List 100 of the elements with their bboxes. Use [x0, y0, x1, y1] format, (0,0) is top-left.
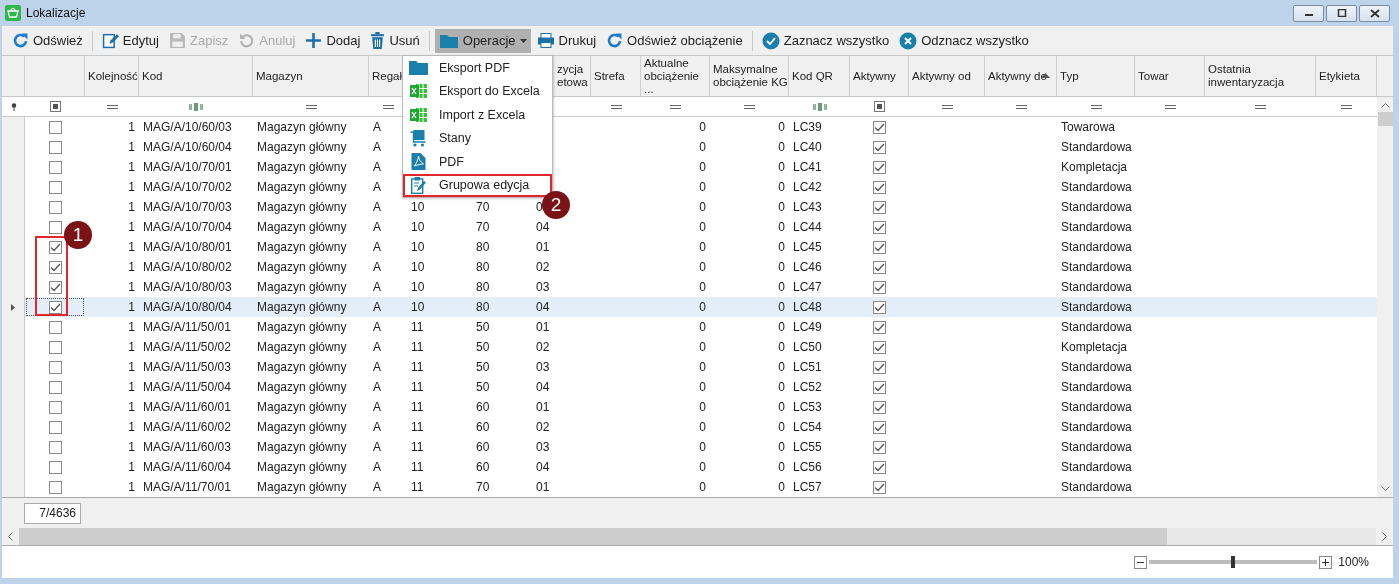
dropdown-button[interactable]: Operacje [434, 28, 531, 53]
equals-icon[interactable] [744, 104, 755, 109]
toolbar-button[interactable]: Zaznacz wszystko [757, 28, 894, 53]
row-checkbox[interactable] [48, 300, 62, 314]
horizontal-scrollbar[interactable] [2, 528, 1393, 546]
row-checkbox[interactable] [48, 260, 62, 274]
active-checkbox[interactable] [873, 120, 886, 134]
column-header[interactable]: Magazyn [256, 69, 303, 83]
active-checkbox[interactable] [873, 440, 886, 454]
column-header[interactable]: Maksymalne obciążenie KG [713, 63, 788, 89]
column-header[interactable]: Ostatnia inwentaryzacja [1208, 63, 1315, 89]
active-checkbox[interactable] [873, 260, 886, 274]
table-cell: 02 [536, 340, 550, 354]
row-checkbox[interactable] [48, 280, 62, 294]
row-checkbox[interactable] [48, 240, 62, 254]
active-checkbox[interactable] [873, 300, 886, 314]
row-checkbox[interactable] [48, 400, 62, 414]
equals-icon[interactable] [305, 104, 317, 109]
toolbar-button[interactable]: Edytuj [97, 28, 163, 53]
row-checkbox[interactable] [48, 120, 62, 134]
scrollbar-thumb[interactable] [19, 528, 1167, 545]
active-checkbox[interactable] [873, 220, 886, 234]
active-checkbox[interactable] [873, 480, 886, 494]
toolbar-button[interactable]: Dodaj [301, 28, 365, 53]
column-header[interactable]: Aktywny [853, 69, 896, 83]
row-checkbox[interactable] [48, 140, 62, 154]
row-checkbox[interactable] [48, 220, 62, 234]
active-checkbox[interactable] [873, 240, 886, 254]
equals-icon[interactable] [1015, 104, 1027, 109]
column-header[interactable]: Towar [1138, 69, 1169, 83]
active-checkbox[interactable] [873, 180, 886, 194]
column-header[interactable]: Strefa [594, 69, 625, 83]
row-checkbox[interactable] [48, 340, 62, 354]
column-header[interactable]: Regał [372, 69, 403, 83]
column-header[interactable]: zycja etowa [557, 63, 590, 89]
scroll-left-icon[interactable] [8, 532, 13, 541]
text-filter-icon[interactable] [812, 102, 827, 111]
equals-icon[interactable] [1090, 104, 1102, 109]
equals-icon[interactable] [1341, 104, 1352, 109]
equals-icon[interactable] [670, 104, 681, 109]
menu-item[interactable]: PDF [403, 150, 552, 174]
scroll-down-icon[interactable] [1380, 486, 1390, 491]
column-header[interactable]: Kod QR [792, 69, 833, 83]
toolbar-button[interactable]: Odznacz wszystko [895, 28, 1033, 53]
equals-icon[interactable] [1164, 104, 1176, 109]
equals-icon[interactable] [610, 104, 622, 109]
filter-checkbox[interactable] [874, 101, 885, 112]
active-checkbox[interactable] [873, 380, 886, 394]
active-checkbox[interactable] [873, 140, 886, 154]
active-checkbox[interactable] [873, 460, 886, 474]
scroll-right-icon[interactable] [1382, 532, 1387, 541]
zoom-in-button[interactable] [1319, 555, 1333, 569]
column-header[interactable]: Aktywny od [912, 69, 971, 83]
active-checkbox[interactable] [873, 200, 886, 214]
active-checkbox[interactable] [873, 360, 886, 374]
active-checkbox[interactable] [873, 160, 886, 174]
equals-icon[interactable] [941, 104, 953, 109]
text-filter-icon[interactable] [189, 102, 203, 111]
row-checkbox[interactable] [48, 180, 62, 194]
column-header[interactable]: Typ [1060, 69, 1079, 83]
scroll-up-icon[interactable] [1380, 103, 1390, 108]
active-checkbox[interactable] [873, 340, 886, 354]
active-checkbox[interactable] [873, 400, 886, 414]
toolbar-button[interactable]: Usuń [366, 28, 424, 53]
maximize-button[interactable] [1326, 4, 1357, 22]
close-button[interactable] [1359, 4, 1390, 22]
scrollbar-thumb[interactable] [1377, 112, 1393, 126]
toolbar-button[interactable]: Drukuj [532, 28, 601, 53]
menu-item[interactable]: Eksport do Excela [403, 79, 552, 103]
column-header[interactable]: Kod [142, 69, 163, 83]
row-checkbox[interactable] [48, 460, 62, 474]
equals-icon[interactable] [1255, 104, 1266, 109]
column-header[interactable]: Etykieta [1319, 69, 1360, 83]
row-checkbox[interactable] [48, 160, 62, 174]
column-header[interactable]: Aktualne obciążenie ... [644, 56, 709, 96]
active-checkbox[interactable] [873, 320, 886, 334]
active-checkbox[interactable] [873, 420, 886, 434]
slider-thumb[interactable] [1231, 556, 1236, 568]
menu-item[interactable]: Grupowa edycja [403, 173, 552, 197]
menu-item[interactable]: Import z Excela [403, 103, 552, 127]
equals-icon[interactable] [106, 104, 118, 109]
zoom-out-button[interactable] [1134, 555, 1148, 569]
row-checkbox[interactable] [48, 200, 62, 214]
active-checkbox[interactable] [873, 280, 886, 294]
minimize-button[interactable] [1293, 4, 1324, 22]
toolbar-button[interactable]: Odśwież [8, 28, 87, 53]
row-checkbox[interactable] [48, 480, 62, 494]
filter-checkbox[interactable] [49, 101, 61, 112]
menu-item[interactable]: Stany [403, 126, 552, 150]
toolbar-button[interactable]: Odśwież obciążenie [602, 28, 747, 53]
menu-item[interactable]: Eksport PDF [403, 56, 552, 80]
equals-icon[interactable] [382, 104, 394, 109]
row-checkbox[interactable] [48, 420, 62, 434]
vertical-scrollbar[interactable] [1377, 97, 1393, 497]
row-checkbox[interactable] [48, 440, 62, 454]
row-checkbox[interactable] [48, 380, 62, 394]
row-checkbox[interactable] [48, 320, 62, 334]
highlighted-row[interactable]: 1 MAG/A/10/80/04 Magazyn główny A 10 80 04 0 0 LC48 Standardowa [2, 297, 1377, 317]
row-checkbox[interactable] [48, 360, 62, 374]
column-header[interactable]: Kolejność [88, 69, 138, 83]
